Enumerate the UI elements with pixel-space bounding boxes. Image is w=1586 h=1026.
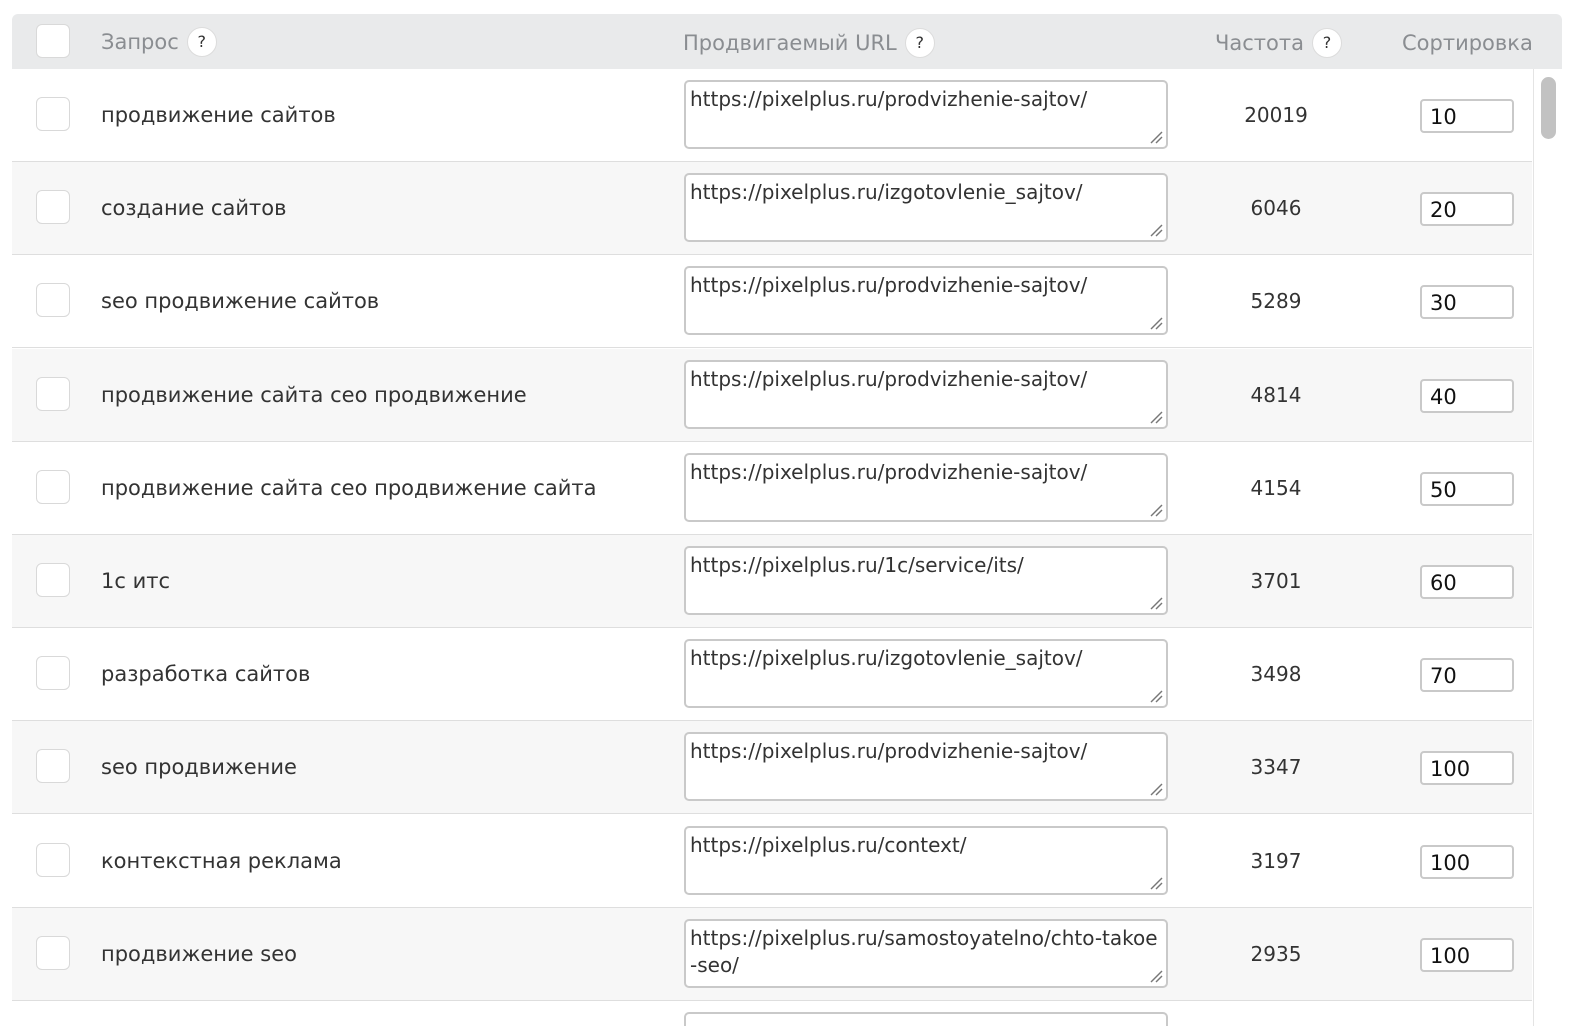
- query-text: продвижение seo: [101, 941, 297, 966]
- query-text: 1с итс: [101, 569, 171, 593]
- resize-grip-icon[interactable]: [1149, 969, 1163, 983]
- frequency-value: 3498: [1250, 662, 1302, 687]
- query-text: продвижение сайта сео продвижение сайта: [101, 475, 597, 500]
- url-text: https://pixelplus.ru/prodvizhenie-sajtov…: [690, 273, 1088, 298]
- table-row: продвижение сайта сео продвижение сайта …: [12, 441, 1532, 535]
- resize-grip-icon[interactable]: [1149, 503, 1163, 517]
- table-row: разработка сайтов https://pixelplus.ru/i…: [12, 628, 1532, 722]
- sort-input[interactable]: 100: [1420, 751, 1514, 786]
- row-checkbox[interactable]: [36, 97, 70, 131]
- query-text: создание сайтов: [101, 196, 287, 221]
- frequency-value: 3347: [1250, 755, 1302, 780]
- table-row: seo продвижение https://pixelplus.ru/pro…: [12, 721, 1532, 815]
- resize-grip-icon[interactable]: [1149, 130, 1163, 144]
- url-textarea[interactable]: https://pixelplus.ru/context/: [684, 825, 1168, 895]
- url-text: https://pixelplus.ru/izgotovlenie_sajtov…: [690, 646, 1083, 671]
- url-text: https://pixelplus.ru/prodvizhenie-sajtov…: [690, 366, 1088, 391]
- table-row: продвижение seo https://pixelplus.ru/sam…: [12, 907, 1532, 1001]
- table-row: seo продвижение сайтов https://pixelplus…: [12, 255, 1532, 349]
- row-checkbox[interactable]: [36, 190, 70, 225]
- query-text: контекстная реклама: [101, 848, 342, 873]
- frequency-help-icon[interactable]: ?: [1312, 27, 1342, 58]
- url-textarea[interactable]: https://pixelplus.ru/prodvizhenie-sajtov…: [684, 359, 1168, 429]
- url-textarea[interactable]: https://pixelplus.ru/prodvizhenie-sajtov…: [684, 266, 1168, 336]
- url-textarea[interactable]: https://pixelplus.ru/samostoyatelno/chto…: [684, 918, 1168, 988]
- scrollbar-thumb[interactable]: [1541, 77, 1556, 139]
- url-textarea[interactable]: [684, 1012, 1168, 1026]
- query-text: продвижение сайта сео продвижение: [101, 382, 527, 407]
- sort-input[interactable]: 30: [1420, 285, 1514, 320]
- url-text: https://pixelplus.ru/1c/service/its/: [690, 553, 1024, 577]
- frequency-value: 4814: [1250, 382, 1302, 407]
- url-help-icon[interactable]: ?: [904, 27, 935, 58]
- url-text: https://pixelplus.ru/prodvizhenie-sajtov…: [690, 739, 1088, 764]
- frequency-value: 4154: [1250, 475, 1302, 500]
- url-text: https://pixelplus.ru/context/: [690, 832, 967, 857]
- header-query-label: Запрос: [101, 29, 179, 54]
- frequency-value: 6046: [1250, 196, 1302, 221]
- table-row: создание сайтов https://pixelplus.ru/izg…: [12, 162, 1532, 256]
- sort-input[interactable]: 50: [1420, 471, 1514, 506]
- sort-input[interactable]: 10: [1420, 99, 1514, 133]
- row-checkbox[interactable]: [36, 842, 70, 877]
- sort-input[interactable]: 40: [1420, 378, 1514, 413]
- sort-input[interactable]: 20: [1420, 192, 1514, 227]
- url-textarea[interactable]: https://pixelplus.ru/prodvizhenie-sajtov…: [684, 452, 1168, 522]
- resize-grip-icon[interactable]: [1149, 596, 1163, 610]
- sort-input[interactable]: 100: [1420, 937, 1514, 972]
- table-row: продвижение сайтов https://pixelplus.ru/…: [12, 69, 1532, 162]
- row-checkbox[interactable]: [36, 563, 70, 597]
- url-text: https://pixelplus.ru/izgotovlenie_sajtov…: [690, 180, 1083, 205]
- frequency-value: 2935: [1250, 941, 1302, 966]
- row-checkbox[interactable]: [36, 749, 70, 784]
- header-sort-label: Сортировка: [1402, 30, 1533, 55]
- resize-grip-icon[interactable]: [1149, 316, 1163, 330]
- header-url: Продвигаемый URL ?: [683, 15, 935, 70]
- url-textarea[interactable]: https://pixelplus.ru/prodvizhenie-sajtov…: [684, 732, 1168, 802]
- table-row: контекстная реклама https://pixelplus.ru…: [12, 814, 1532, 908]
- table-row: 1с итс https://pixelplus.ru/1c/service/i…: [12, 535, 1532, 628]
- header-frequency-label: Частота: [1215, 30, 1304, 55]
- table-body: продвижение сайтов https://pixelplus.ru/…: [12, 69, 1532, 1026]
- query-help-icon[interactable]: ?: [186, 26, 217, 57]
- url-text: https://pixelplus.ru/prodvizhenie-sajtov…: [690, 87, 1088, 111]
- resize-grip-icon[interactable]: [1149, 782, 1163, 796]
- row-checkbox[interactable]: [36, 935, 70, 970]
- keywords-table: Запрос ? Продвигаемый URL ? Частота ? Со…: [12, 14, 1562, 1026]
- url-text: https://pixelplus.ru/samostoyatelno/chto…: [690, 925, 1158, 977]
- url-text: https://pixelplus.ru/prodvizhenie-sajtov…: [690, 459, 1088, 484]
- table-row-partial: [12, 1001, 1532, 1026]
- row-checkbox[interactable]: [36, 376, 70, 411]
- resize-grip-icon[interactable]: [1149, 410, 1163, 424]
- query-text: seo продвижение: [101, 755, 297, 780]
- row-checkbox[interactable]: [36, 469, 70, 504]
- query-text: продвижение сайтов: [101, 103, 336, 127]
- resize-grip-icon[interactable]: [1149, 223, 1163, 237]
- sort-input[interactable]: 100: [1420, 844, 1514, 879]
- frequency-value: 3701: [1250, 569, 1302, 593]
- select-all-checkbox[interactable]: [36, 24, 70, 58]
- url-textarea[interactable]: https://pixelplus.ru/prodvizhenie-sajtov…: [684, 80, 1168, 149]
- table-row: продвижение сайта сео продвижение https:…: [12, 348, 1532, 442]
- sort-input[interactable]: 60: [1420, 565, 1514, 599]
- resize-grip-icon[interactable]: [1149, 689, 1163, 703]
- frequency-value: 20019: [1244, 103, 1308, 127]
- query-text: разработка сайтов: [101, 662, 311, 687]
- header-url-label: Продвигаемый URL: [683, 30, 897, 55]
- header-sort[interactable]: Сортировка: [1402, 15, 1533, 70]
- row-checkbox[interactable]: [36, 283, 70, 318]
- vertical-scrollbar[interactable]: [1533, 69, 1562, 1026]
- url-textarea[interactable]: https://pixelplus.ru/izgotovlenie_sajtov…: [684, 639, 1168, 709]
- query-text: seo продвижение сайтов: [101, 289, 380, 314]
- header-frequency[interactable]: Частота ?: [1215, 15, 1342, 70]
- url-textarea[interactable]: https://pixelplus.ru/1c/service/its/: [684, 546, 1168, 615]
- sort-input[interactable]: 70: [1420, 658, 1514, 693]
- resize-grip-icon[interactable]: [1149, 876, 1163, 890]
- url-textarea[interactable]: https://pixelplus.ru/izgotovlenie_sajtov…: [684, 173, 1168, 243]
- frequency-value: 3197: [1250, 848, 1302, 873]
- row-checkbox[interactable]: [36, 656, 70, 691]
- frequency-value: 5289: [1250, 289, 1302, 314]
- table-header: Запрос ? Продвигаемый URL ? Частота ? Со…: [12, 14, 1562, 69]
- header-query: Запрос ?: [101, 14, 217, 69]
